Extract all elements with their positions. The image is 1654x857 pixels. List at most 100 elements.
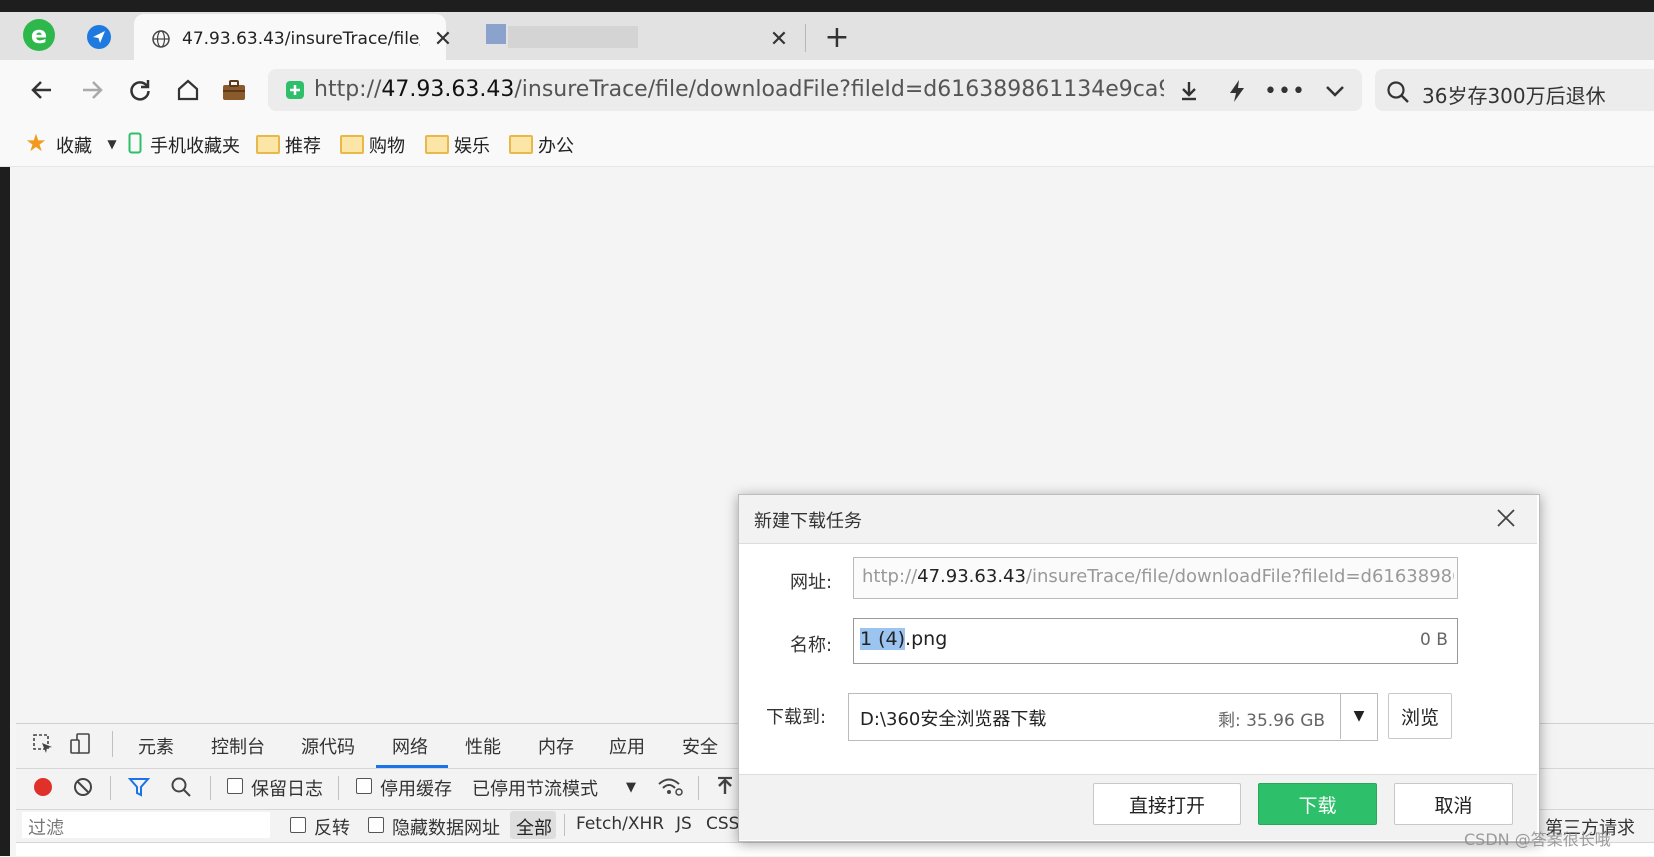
new-tab-icon[interactable]: + <box>822 20 852 55</box>
toolbar-divider <box>338 776 339 800</box>
close-tab-icon[interactable]: ✕ <box>432 27 454 52</box>
watermark: CSDN @答案很长哦 <box>1464 830 1611 849</box>
devtools-tab[interactable]: 元素 <box>138 733 174 759</box>
back-icon[interactable] <box>26 74 58 106</box>
request-table <box>16 843 1654 856</box>
destination-path: D:\360安全浏览器下载 <box>860 709 1047 730</box>
home-icon[interactable] <box>172 74 204 106</box>
folder-icon <box>340 135 364 154</box>
lightning-icon[interactable] <box>1224 78 1250 104</box>
forward-icon[interactable] <box>76 74 108 106</box>
url-prefix: http:// <box>314 77 382 102</box>
caret-down-icon[interactable]: ▼ <box>1342 700 1376 732</box>
devtools-divider <box>112 731 113 757</box>
bookmark-item[interactable]: 推荐 <box>285 132 321 158</box>
name-value: 1 (4).png <box>860 628 947 650</box>
destination-label: 下载到: <box>766 707 827 728</box>
file-size: 0 B <box>1420 630 1448 650</box>
toolbar-divider <box>210 776 211 800</box>
clear-icon[interactable] <box>70 774 96 800</box>
dialog-url-path: /insureTrace/file/downloadFile?fileId=d6… <box>1025 566 1454 587</box>
bookmark-mobile[interactable]: 手机收藏夹 <box>150 132 240 158</box>
url-path: /insureTrace/file/downloadFile?fileId=d6… <box>514 77 1164 102</box>
folder-icon <box>509 135 533 154</box>
type-fetch[interactable]: Fetch/XHR <box>576 814 664 834</box>
download-button[interactable]: 下载 <box>1258 783 1377 825</box>
search-icon[interactable] <box>1384 78 1412 106</box>
phone-icon[interactable] <box>128 131 142 155</box>
url-value: http://47.93.63.43/insureTrace/file/down… <box>862 566 1454 587</box>
bookmark-item[interactable]: 娱乐 <box>454 132 490 158</box>
bookmarks-bar <box>0 116 1654 167</box>
filter-placeholder: 过滤 <box>28 818 64 839</box>
briefcase-icon[interactable] <box>218 74 250 106</box>
invert-label: 反转 <box>314 818 350 839</box>
toolbar-divider <box>110 776 111 800</box>
device-toggle-icon[interactable] <box>68 731 94 757</box>
caret-down-icon[interactable]: ▼ <box>622 778 640 796</box>
type-css[interactable]: CSS <box>706 814 739 834</box>
folder-icon <box>256 135 280 154</box>
star-icon[interactable]: ★ <box>24 129 48 157</box>
bookmark-item[interactable]: 购物 <box>369 132 405 158</box>
hide-data-urls-label: 隐藏数据网址 <box>392 818 500 839</box>
type-all-label: 全部 <box>516 818 552 839</box>
more-icon[interactable]: ••• <box>1264 78 1305 104</box>
tab-divider <box>805 24 806 52</box>
throttle-select[interactable]: 已停用节流模式 <box>472 775 598 801</box>
navigation-arrow-icon[interactable] <box>84 22 114 52</box>
search-icon[interactable] <box>168 774 194 800</box>
active-tab-title: 47.93.63.43/insureTrace/file/ <box>182 29 420 49</box>
chevron-down-icon[interactable] <box>1320 78 1350 104</box>
filter-icon[interactable] <box>126 774 152 800</box>
window-left-edge <box>0 167 10 856</box>
devtools-tab[interactable]: 控制台 <box>211 733 265 759</box>
destination-dropdown-divider <box>1340 694 1341 739</box>
svg-text:e: e <box>31 21 47 49</box>
devtools-tab[interactable]: 应用 <box>609 733 645 759</box>
name-label: 名称: <box>790 635 833 656</box>
browser-logo-icon[interactable]: e <box>20 16 58 54</box>
devtools-tab[interactable]: 性能 <box>465 733 501 759</box>
dialog-title: 新建下载任务 <box>754 511 862 532</box>
disable-cache-label: 停用缓存 <box>380 779 452 800</box>
devtools-tab-active[interactable]: 网络 <box>392 733 428 759</box>
name-selected-text: 1 (4) <box>860 628 906 650</box>
blurred-tab[interactable] <box>456 14 801 58</box>
preserve-log-checkbox[interactable] <box>227 778 243 794</box>
search-text: 36岁存300万后退休 <box>1422 84 1606 108</box>
bookmark-item[interactable]: 办公 <box>538 132 574 158</box>
record-icon[interactable] <box>30 774 56 800</box>
inspect-element-icon[interactable] <box>30 731 56 757</box>
type-js[interactable]: JS <box>676 814 692 834</box>
download-icon[interactable] <box>1176 78 1202 104</box>
devtools-tab[interactable]: 源代码 <box>301 733 355 759</box>
network-conditions-icon[interactable] <box>656 774 684 800</box>
toolbar-divider <box>564 814 565 836</box>
invert-checkbox[interactable] <box>290 817 306 833</box>
open-directly-button[interactable]: 直接打开 <box>1093 783 1241 825</box>
reload-icon[interactable] <box>124 74 156 106</box>
upload-icon[interactable] <box>714 774 736 800</box>
devtools-tab[interactable]: 内存 <box>538 733 574 759</box>
bookmark-favorites[interactable]: 收藏 <box>56 132 92 158</box>
caret-down-icon[interactable]: ▼ <box>104 136 120 152</box>
devtools-tab[interactable]: 安全 <box>682 733 718 759</box>
dialog-url-prefix: http:// <box>862 566 918 587</box>
cancel-button[interactable]: 取消 <box>1394 783 1513 825</box>
active-tab-underline <box>376 765 448 768</box>
hide-data-urls-checkbox[interactable] <box>368 817 384 833</box>
window-top-edge <box>0 0 1654 12</box>
close-tab-icon[interactable]: ✕ <box>768 27 790 52</box>
url-label: 网址: <box>790 572 833 593</box>
disable-cache-checkbox[interactable] <box>356 778 372 794</box>
secure-shield-icon[interactable] <box>284 79 306 101</box>
preserve-log-label: 保留日志 <box>251 779 323 800</box>
folder-icon <box>425 135 449 154</box>
globe-icon <box>150 28 172 50</box>
browse-button[interactable]: 浏览 <box>1388 693 1452 739</box>
close-icon[interactable] <box>1492 504 1520 532</box>
address-url: http://47.93.63.43/insureTrace/file/down… <box>314 77 1164 102</box>
name-rest-text: .png <box>905 628 948 650</box>
toolbar-divider <box>698 776 699 800</box>
